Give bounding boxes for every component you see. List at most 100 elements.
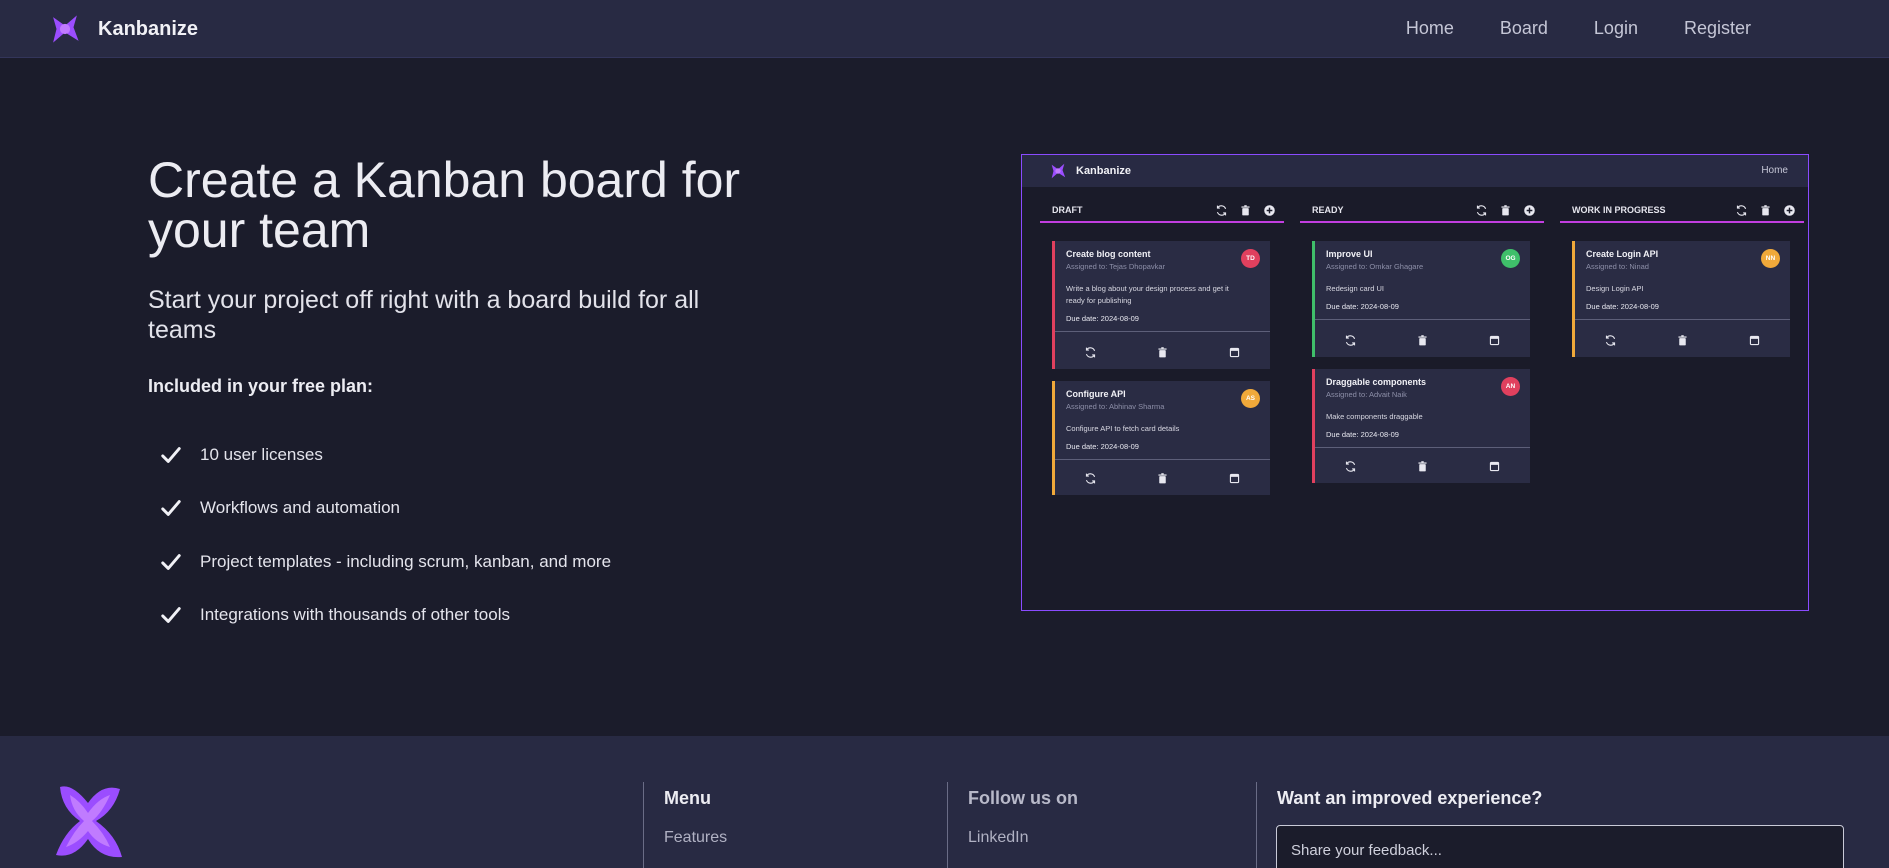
add-card-icon[interactable] [1263, 204, 1276, 217]
column-work-in-progress: WORK IN PROGRESS Create Login API Assign… [1560, 201, 1804, 531]
card-divider [1575, 319, 1790, 320]
footer-link-features[interactable]: Features [664, 829, 727, 847]
card-description: Redesign card UI [1326, 284, 1384, 293]
avatar: AN [1501, 377, 1520, 396]
avatar: NN [1761, 249, 1780, 268]
check-icon [161, 500, 181, 517]
navbar: Kanbanize Home Board Login Register [0, 0, 1889, 58]
card-divider [1055, 459, 1270, 460]
nav-links: Home Board Login Register [1360, 18, 1751, 39]
nav-link-home[interactable]: Home [1406, 18, 1454, 39]
column-title: READY [1312, 205, 1344, 215]
feature-label: Workflows and automation [200, 498, 401, 518]
refresh-icon[interactable] [1084, 346, 1097, 359]
card-due-date: Due date: 2024-08-09 [1066, 314, 1139, 323]
card-divider [1315, 447, 1530, 448]
feature-item: Project templates - including scrum, kan… [160, 535, 611, 589]
trash-icon[interactable] [1676, 334, 1689, 347]
calendar-icon[interactable] [1228, 472, 1241, 485]
column-ready: READY Improve UI Assigned to: Omkar Ghag… [1300, 201, 1544, 531]
feedback-input[interactable] [1276, 825, 1844, 868]
refresh-icon[interactable] [1604, 334, 1617, 347]
calendar-icon[interactable] [1488, 460, 1501, 473]
card-description: Write a blog about your design process a… [1066, 284, 1229, 305]
check-icon [161, 553, 181, 570]
calendar-icon[interactable] [1748, 334, 1761, 347]
card-assignee: Assigned to: Abhinav Sharma [1066, 402, 1165, 411]
refresh-icon[interactable] [1344, 460, 1357, 473]
column-draft: DRAFT Create blog content Assigned to: T… [1040, 201, 1284, 531]
refresh-icon[interactable] [1215, 204, 1228, 217]
card-actions [1575, 323, 1790, 357]
card-actions [1055, 335, 1270, 369]
trash-icon[interactable] [1156, 472, 1169, 485]
check-icon [161, 446, 181, 463]
refresh-icon[interactable] [1475, 204, 1488, 217]
hero-subtitle: Start your project off right with a boar… [148, 286, 700, 344]
card-assignee: Assigned to: Advait Naik [1326, 390, 1407, 399]
task-card[interactable]: Draggable components Assigned to: Advait… [1312, 369, 1530, 483]
card-description: Make components draggable [1326, 412, 1423, 421]
trash-icon[interactable] [1239, 204, 1252, 217]
feature-item: Integrations with thousands of other too… [160, 589, 611, 643]
card-due-date: Due date: 2024-08-09 [1066, 442, 1139, 451]
card-title: Improve UI [1326, 249, 1373, 259]
card-due-date: Due date: 2024-08-09 [1586, 302, 1659, 311]
preview-brand: Kanbanize [1076, 165, 1132, 177]
column-title: DRAFT [1052, 205, 1083, 215]
calendar-icon[interactable] [1228, 346, 1241, 359]
card-description: Design Login API [1586, 284, 1644, 293]
trash-icon[interactable] [1156, 346, 1169, 359]
column-tools [1475, 204, 1536, 217]
footer-link-linkedin[interactable]: LinkedIn [968, 829, 1078, 847]
kanbanize-logo-icon [1051, 163, 1066, 179]
task-card[interactable]: Create blog content Assigned to: Tejas D… [1052, 241, 1270, 369]
board-preview: Kanbanize Home DRAFT Create blog content… [1021, 154, 1809, 611]
card-title: Create Login API [1586, 249, 1659, 259]
trash-icon[interactable] [1759, 204, 1772, 217]
feature-list: 10 user licenses Workflows and automatio… [160, 428, 611, 642]
column-header: DRAFT [1040, 201, 1284, 223]
nav-link-register[interactable]: Register [1684, 18, 1751, 39]
calendar-icon[interactable] [1488, 334, 1501, 347]
card-assignee: Assigned to: Omkar Ghagare [1326, 262, 1424, 271]
card-actions [1315, 323, 1530, 357]
card-divider [1315, 319, 1530, 320]
column-title: WORK IN PROGRESS [1572, 205, 1666, 215]
brand-name[interactable]: Kanbanize [98, 18, 198, 41]
plan-heading: Included in your free plan: [148, 376, 374, 396]
trash-icon[interactable] [1416, 334, 1429, 347]
footer-menu: Menu Features [643, 782, 727, 868]
card-actions [1055, 461, 1270, 495]
trash-icon[interactable] [1416, 460, 1429, 473]
add-card-icon[interactable] [1523, 204, 1536, 217]
column-header: WORK IN PROGRESS [1560, 201, 1804, 223]
refresh-icon[interactable] [1735, 204, 1748, 217]
task-card[interactable]: Configure API Assigned to: Abhinav Sharm… [1052, 381, 1270, 495]
nav-link-login[interactable]: Login [1594, 18, 1638, 39]
card-assignee: Assigned to: Tejas Dhopavkar [1066, 262, 1166, 271]
card-description: Configure API to fetch card details [1066, 424, 1180, 433]
card-divider [1055, 331, 1270, 332]
add-card-icon[interactable] [1783, 204, 1796, 217]
feature-item: 10 user licenses [160, 428, 611, 482]
task-card[interactable]: Create Login API Assigned to: Ninad NN D… [1572, 241, 1790, 357]
task-card[interactable]: Improve UI Assigned to: Omkar Ghagare OG… [1312, 241, 1530, 357]
footer-follow-title: Follow us on [968, 788, 1078, 808]
kanbanize-logo-icon[interactable] [48, 12, 82, 46]
card-due-date: Due date: 2024-08-09 [1326, 302, 1399, 311]
footer-follow: Follow us on LinkedIn [947, 782, 1078, 868]
footer-feedback-title: Want an improved experience? [1277, 788, 1543, 808]
refresh-icon[interactable] [1344, 334, 1357, 347]
trash-icon[interactable] [1499, 204, 1512, 217]
card-actions [1315, 449, 1530, 483]
avatar: TD [1241, 249, 1260, 268]
avatar: AS [1241, 389, 1260, 408]
nav-link-board[interactable]: Board [1500, 18, 1548, 39]
feature-label: Integrations with thousands of other too… [200, 605, 510, 625]
refresh-icon[interactable] [1084, 472, 1097, 485]
footer-menu-title: Menu [664, 788, 711, 808]
kanbanize-logo-icon [56, 786, 122, 858]
card-title: Create blog content [1066, 249, 1151, 259]
feature-label: Project templates - including scrum, kan… [200, 551, 612, 571]
